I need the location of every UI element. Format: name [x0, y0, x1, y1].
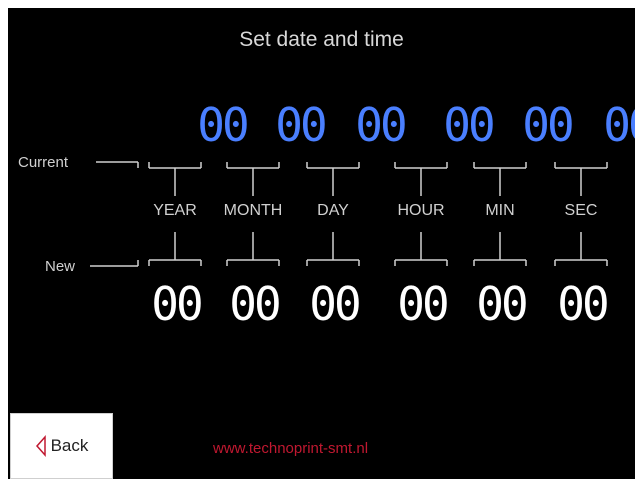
new-hour-input[interactable]: 00 [381, 279, 463, 329]
back-button-label: Back [50, 436, 89, 455]
unit-label-hour: HOUR [397, 202, 445, 219]
new-day-input[interactable]: 00 [293, 279, 375, 329]
footer-url: www.technoprint-smt.nl [213, 440, 369, 457]
triangle-left-icon [35, 435, 46, 457]
unit-label-month: MONTH [223, 202, 283, 219]
current-sec-display: 00 [603, 98, 635, 152]
back-button[interactable]: Back [10, 413, 113, 479]
unit-label-min: MIN [485, 202, 515, 219]
new-min-input[interactable]: 00 [460, 279, 542, 329]
bracket-connectors [90, 161, 608, 267]
unit-label-day: DAY [317, 202, 349, 219]
unit-label-sec: SEC [564, 202, 598, 219]
new-sec-input[interactable]: 00 [541, 279, 623, 329]
current-label: Current [18, 154, 69, 171]
new-year-input[interactable]: 00 [135, 279, 217, 329]
unit-label-year: YEAR [153, 202, 197, 219]
new-month-input[interactable]: 00 [213, 279, 295, 329]
date-time-screen: Set date and time 00 00 00 00 00 Current… [8, 8, 635, 479]
new-label: New [45, 258, 76, 275]
